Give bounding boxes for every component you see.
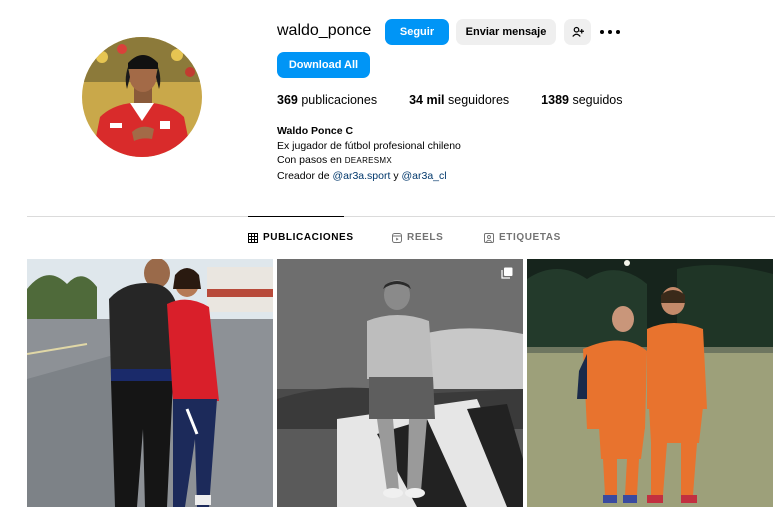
post-thumbnail[interactable] [527,259,773,507]
tab-reels[interactable]: REELS [392,232,443,243]
suggest-user-button[interactable] [564,19,591,45]
download-all-button[interactable]: Download All [277,52,370,78]
active-tab-indicator [248,216,344,217]
profile-username: waldo_ponce [277,22,372,39]
following-link[interactable]: 1389 seguidos [541,93,622,107]
bio-line-3-prefix: Creador de [277,169,330,182]
add-user-icon [571,26,584,37]
profile-bio: Waldo Ponce C Ex jugador de fútbol profe… [277,124,461,183]
tab-tagged-label: ETIQUETAS [499,232,561,243]
posts-count-label: publicaciones [301,93,378,107]
tab-tagged[interactable]: ETIQUETAS [484,232,561,243]
posts-count: 369 publicaciones [277,93,377,107]
following-count-value: 1389 [541,93,569,107]
bio-connector: y [393,169,399,182]
bio-line-1: Ex jugador de fútbol profesional chileno [277,139,461,152]
post-image [27,259,273,507]
bio-line-3: Creador de @ar3a.sport y @ar3a_cl [277,169,461,184]
bio-line-2-prefix: Con pasos en [277,154,342,167]
post-image [527,259,773,507]
profile-avatar[interactable] [82,37,202,157]
tab-reels-label: REELS [407,232,444,243]
send-message-button[interactable]: Enviar mensaje [456,19,556,45]
tabs-divider [27,216,775,217]
posts-count-value: 369 [277,93,298,107]
tagged-icon [484,232,494,243]
profile-full-name: Waldo Ponce C [277,125,354,137]
followers-count-label: seguidores [448,93,510,107]
profile-stats: 369 publicaciones 34 mil seguidores 1389… [277,93,655,107]
carousel-icon [501,267,513,279]
tab-posts[interactable]: PUBLICACIONES [248,232,354,243]
reels-icon [392,232,402,243]
bio-line-2: Con pasos en DEARESMX [277,153,461,169]
grid-icon [248,232,258,243]
avatar-image [82,37,202,157]
followers-count-value: 34 mil [409,93,445,107]
mention-link-ar3a-sport[interactable]: @ar3a.sport [332,170,390,182]
follow-button[interactable]: Seguir [385,19,449,45]
post-thumbnail[interactable] [27,259,273,507]
post-thumbnail[interactable] [277,259,523,507]
more-options-icon[interactable] [600,24,620,40]
tab-posts-label: PUBLICACIONES [263,232,354,243]
following-count-label: seguidos [572,93,623,107]
followers-link[interactable]: 34 mil seguidores [409,93,509,107]
bio-brand: DEARESMX [344,156,393,166]
mention-link-ar3a-cl[interactable]: @ar3a_cl [401,170,446,182]
post-image [277,259,523,507]
